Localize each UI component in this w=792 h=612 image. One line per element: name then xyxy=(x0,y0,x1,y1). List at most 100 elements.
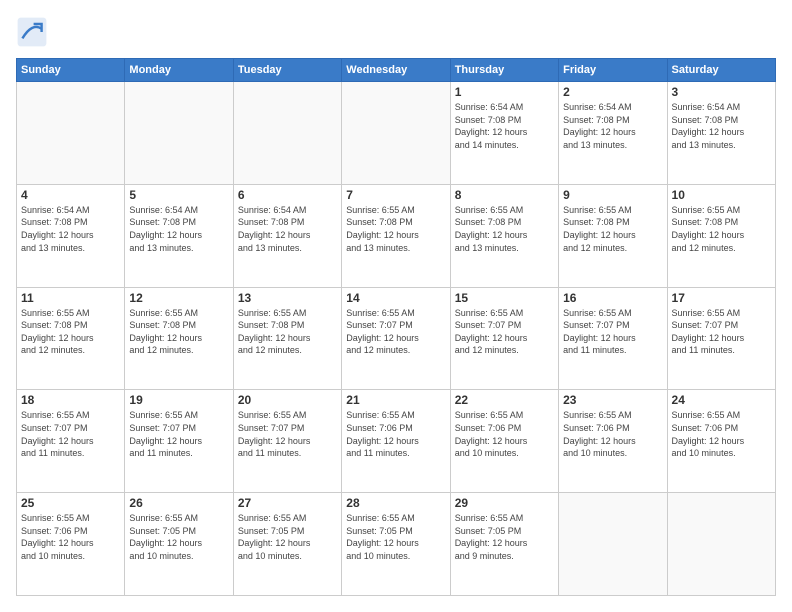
day-info: Sunrise: 6:55 AMSunset: 7:06 PMDaylight:… xyxy=(672,409,771,459)
day-number: 22 xyxy=(455,393,554,407)
day-number: 23 xyxy=(563,393,662,407)
calendar-cell: 24 Sunrise: 6:55 AMSunset: 7:06 PMDayligh… xyxy=(667,390,775,493)
day-info: Sunrise: 6:55 AMSunset: 7:07 PMDaylight:… xyxy=(129,409,228,459)
day-info: Sunrise: 6:55 AMSunset: 7:05 PMDaylight:… xyxy=(455,512,554,562)
calendar-cell: 7Sunrise: 6:55 AMSunset: 7:08 PMDaylight… xyxy=(342,184,450,287)
day-number: 3 xyxy=(672,85,771,99)
calendar-cell: 26 Sunrise: 6:55 AMSunset: 7:05 PMDayligh… xyxy=(125,493,233,596)
calendar-cell: 17 Sunrise: 6:55 AMSunset: 7:07 PMDayligh… xyxy=(667,287,775,390)
day-number: 11 xyxy=(21,291,120,305)
day-number: 24 xyxy=(672,393,771,407)
calendar-cell: 22 Sunrise: 6:55 AMSunset: 7:06 PMDayligh… xyxy=(450,390,558,493)
day-info: Sunrise: 6:54 AMSunset: 7:08 PMDaylight:… xyxy=(455,101,554,151)
day-info: Sunrise: 6:55 AMSunset: 7:07 PMDaylight:… xyxy=(672,307,771,357)
day-number: 14 xyxy=(346,291,445,305)
day-number: 16 xyxy=(563,291,662,305)
day-number: 21 xyxy=(346,393,445,407)
day-number: 10 xyxy=(672,188,771,202)
calendar-cell: 10 Sunrise: 6:55 AMSunset: 7:08 PMDayligh… xyxy=(667,184,775,287)
day-number: 6 xyxy=(238,188,337,202)
day-number: 13 xyxy=(238,291,337,305)
calendar: SundayMondayTuesdayWednesdayThursdayFrid… xyxy=(16,58,776,596)
day-info: Sunrise: 6:55 AMSunset: 7:07 PMDaylight:… xyxy=(563,307,662,357)
calendar-cell: 13 Sunrise: 6:55 AMSunset: 7:08 PMDayligh… xyxy=(233,287,341,390)
week-row-4: 18 Sunrise: 6:55 AMSunset: 7:07 PMDayligh… xyxy=(17,390,776,493)
calendar-cell: 18 Sunrise: 6:55 AMSunset: 7:07 PMDayligh… xyxy=(17,390,125,493)
day-number: 5 xyxy=(129,188,228,202)
day-info: Sunrise: 6:54 AMSunset: 7:08 PMDaylight:… xyxy=(672,101,771,151)
calendar-cell: 9Sunrise: 6:55 AMSunset: 7:08 PMDaylight… xyxy=(559,184,667,287)
day-number: 1 xyxy=(455,85,554,99)
day-info: Sunrise: 6:54 AMSunset: 7:08 PMDaylight:… xyxy=(129,204,228,254)
day-number: 4 xyxy=(21,188,120,202)
day-info: Sunrise: 6:55 AMSunset: 7:08 PMDaylight:… xyxy=(455,204,554,254)
day-info: Sunrise: 6:55 AMSunset: 7:05 PMDaylight:… xyxy=(346,512,445,562)
day-info: Sunrise: 6:55 AMSunset: 7:06 PMDaylight:… xyxy=(455,409,554,459)
day-info: Sunrise: 6:55 AMSunset: 7:07 PMDaylight:… xyxy=(238,409,337,459)
calendar-cell: 6 Sunrise: 6:54 AMSunset: 7:08 PMDaylight… xyxy=(233,184,341,287)
day-header-tuesday: Tuesday xyxy=(233,59,341,82)
day-info: Sunrise: 6:55 AMSunset: 7:06 PMDaylight:… xyxy=(346,409,445,459)
day-info: Sunrise: 6:54 AMSunset: 7:08 PMDaylight:… xyxy=(21,204,120,254)
day-number: 29 xyxy=(455,496,554,510)
day-number: 27 xyxy=(238,496,337,510)
day-number: 20 xyxy=(238,393,337,407)
day-info: Sunrise: 6:54 AMSunset: 7:08 PMDaylight:… xyxy=(238,204,337,254)
day-number: 19 xyxy=(129,393,228,407)
week-row-3: 11 Sunrise: 6:55 AMSunset: 7:08 PMDayligh… xyxy=(17,287,776,390)
week-row-5: 25 Sunrise: 6:55 AMSunset: 7:06 PMDayligh… xyxy=(17,493,776,596)
calendar-cell: 28 Sunrise: 6:55 AMSunset: 7:05 PMDayligh… xyxy=(342,493,450,596)
calendar-cell: 5 Sunrise: 6:54 AMSunset: 7:08 PMDaylight… xyxy=(125,184,233,287)
day-header-sunday: Sunday xyxy=(17,59,125,82)
day-info: Sunrise: 6:55 AMSunset: 7:06 PMDaylight:… xyxy=(21,512,120,562)
calendar-cell: 14 Sunrise: 6:55 AMSunset: 7:07 PMDayligh… xyxy=(342,287,450,390)
day-info: Sunrise: 6:55 AMSunset: 7:07 PMDaylight:… xyxy=(346,307,445,357)
day-info: Sunrise: 6:55 AMSunset: 7:07 PMDaylight:… xyxy=(455,307,554,357)
day-info: Sunrise: 6:55 AMSunset: 7:06 PMDaylight:… xyxy=(563,409,662,459)
calendar-cell: 4 Sunrise: 6:54 AMSunset: 7:08 PMDaylight… xyxy=(17,184,125,287)
day-number: 2 xyxy=(563,85,662,99)
day-info: Sunrise: 6:55 AMSunset: 7:05 PMDaylight:… xyxy=(238,512,337,562)
day-info: Sunrise: 6:55 AMSunset: 7:08 PMDaylight:… xyxy=(129,307,228,357)
day-header-saturday: Saturday xyxy=(667,59,775,82)
calendar-cell: 2 Sunrise: 6:54 AMSunset: 7:08 PMDaylight… xyxy=(559,82,667,185)
calendar-cell xyxy=(233,82,341,185)
calendar-cell: 16 Sunrise: 6:55 AMSunset: 7:07 PMDayligh… xyxy=(559,287,667,390)
day-info: Sunrise: 6:55 AMSunset: 7:08 PMDaylight:… xyxy=(672,204,771,254)
day-number: 7 xyxy=(346,188,445,202)
calendar-cell: 23 Sunrise: 6:55 AMSunset: 7:06 PMDayligh… xyxy=(559,390,667,493)
day-header-monday: Monday xyxy=(125,59,233,82)
day-number: 17 xyxy=(672,291,771,305)
logo-icon xyxy=(16,16,48,48)
calendar-cell: 8 Sunrise: 6:55 AMSunset: 7:08 PMDaylight… xyxy=(450,184,558,287)
day-number: 15 xyxy=(455,291,554,305)
day-number: 28 xyxy=(346,496,445,510)
calendar-cell: 1 Sunrise: 6:54 AMSunset: 7:08 PMDaylight… xyxy=(450,82,558,185)
calendar-cell: 15 Sunrise: 6:55 AMSunset: 7:07 PMDayligh… xyxy=(450,287,558,390)
day-info: Sunrise: 6:54 AMSunset: 7:08 PMDaylight:… xyxy=(563,101,662,151)
calendar-cell: 20 Sunrise: 6:55 AMSunset: 7:07 PMDayligh… xyxy=(233,390,341,493)
day-info: Sunrise: 6:55 AMSunset: 7:07 PMDaylight:… xyxy=(21,409,120,459)
calendar-cell: 11 Sunrise: 6:55 AMSunset: 7:08 PMDayligh… xyxy=(17,287,125,390)
day-info: Sunrise: 6:55 AMSunset: 7:08 PMDaylight:… xyxy=(563,204,662,254)
calendar-cell xyxy=(125,82,233,185)
day-number: 26 xyxy=(129,496,228,510)
calendar-cell xyxy=(342,82,450,185)
calendar-cell: 27 Sunrise: 6:55 AMSunset: 7:05 PMDayligh… xyxy=(233,493,341,596)
day-header-friday: Friday xyxy=(559,59,667,82)
day-number: 18 xyxy=(21,393,120,407)
day-number: 25 xyxy=(21,496,120,510)
day-number: 8 xyxy=(455,188,554,202)
calendar-cell xyxy=(559,493,667,596)
day-info: Sunrise: 6:55 AMSunset: 7:05 PMDaylight:… xyxy=(129,512,228,562)
day-info: Sunrise: 6:55 AMSunset: 7:08 PMDaylight:… xyxy=(238,307,337,357)
calendar-cell: 29 Sunrise: 6:55 AMSunset: 7:05 PMDayligh… xyxy=(450,493,558,596)
calendar-cell: 3 Sunrise: 6:54 AMSunset: 7:08 PMDaylight… xyxy=(667,82,775,185)
logo xyxy=(16,16,52,48)
calendar-cell xyxy=(667,493,775,596)
day-info: Sunrise: 6:55 AMSunset: 7:08 PMDaylight:… xyxy=(21,307,120,357)
calendar-cell xyxy=(17,82,125,185)
week-row-1: 1 Sunrise: 6:54 AMSunset: 7:08 PMDaylight… xyxy=(17,82,776,185)
calendar-cell: 12Sunrise: 6:55 AMSunset: 7:08 PMDayligh… xyxy=(125,287,233,390)
days-header-row: SundayMondayTuesdayWednesdayThursdayFrid… xyxy=(17,59,776,82)
